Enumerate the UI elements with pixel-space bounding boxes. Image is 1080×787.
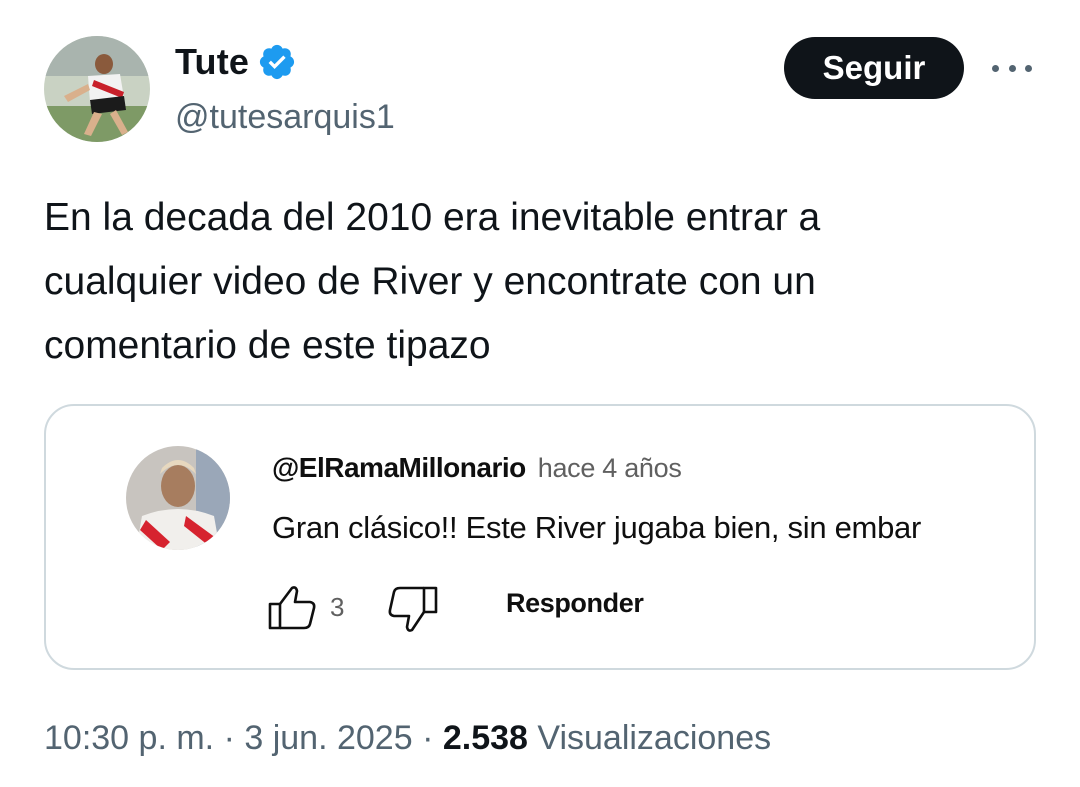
author-handle[interactable]: @tutesarquis1 xyxy=(175,96,395,138)
verified-badge-icon xyxy=(257,42,297,82)
meta-separator: · xyxy=(223,719,235,757)
author-avatar[interactable] xyxy=(44,36,150,142)
follow-button[interactable]: Seguir xyxy=(784,37,964,99)
more-options-icon[interactable] xyxy=(988,54,1036,82)
tweet-meta: 10:30 p. m. · 3 jun. 2025 · 2.538 Visual… xyxy=(44,714,771,762)
tweet-text: En la decada del 2010 era inevitable ent… xyxy=(44,196,821,367)
tweet-time[interactable]: 10:30 p. m. xyxy=(44,719,214,757)
comment-time: hace 4 años xyxy=(537,453,682,483)
comment-author: @ElRamaMillonario xyxy=(272,452,526,483)
author-name-row[interactable]: Tute xyxy=(175,40,297,84)
tweet-date[interactable]: 3 jun. 2025 xyxy=(244,719,412,757)
like-count: 3 xyxy=(330,592,345,622)
comment-author-avatar xyxy=(126,446,230,550)
reply-label: Responder xyxy=(506,588,644,618)
thumbs-up-icon xyxy=(266,584,318,632)
comment-header: @ElRamaMillonario hace 4 años xyxy=(272,452,682,484)
author-name[interactable]: Tute xyxy=(175,40,249,84)
comment-text: Gran clásico!! Este River jugaba bien, s… xyxy=(272,510,921,545)
meta-separator: · xyxy=(422,719,434,757)
thumbs-down-icon xyxy=(384,584,440,634)
views-count: 2.538 xyxy=(442,719,528,757)
views-label: Visualizaciones xyxy=(537,719,772,757)
quoted-comment-card[interactable]: @ElRamaMillonario hace 4 años Gran clási… xyxy=(44,404,1036,670)
